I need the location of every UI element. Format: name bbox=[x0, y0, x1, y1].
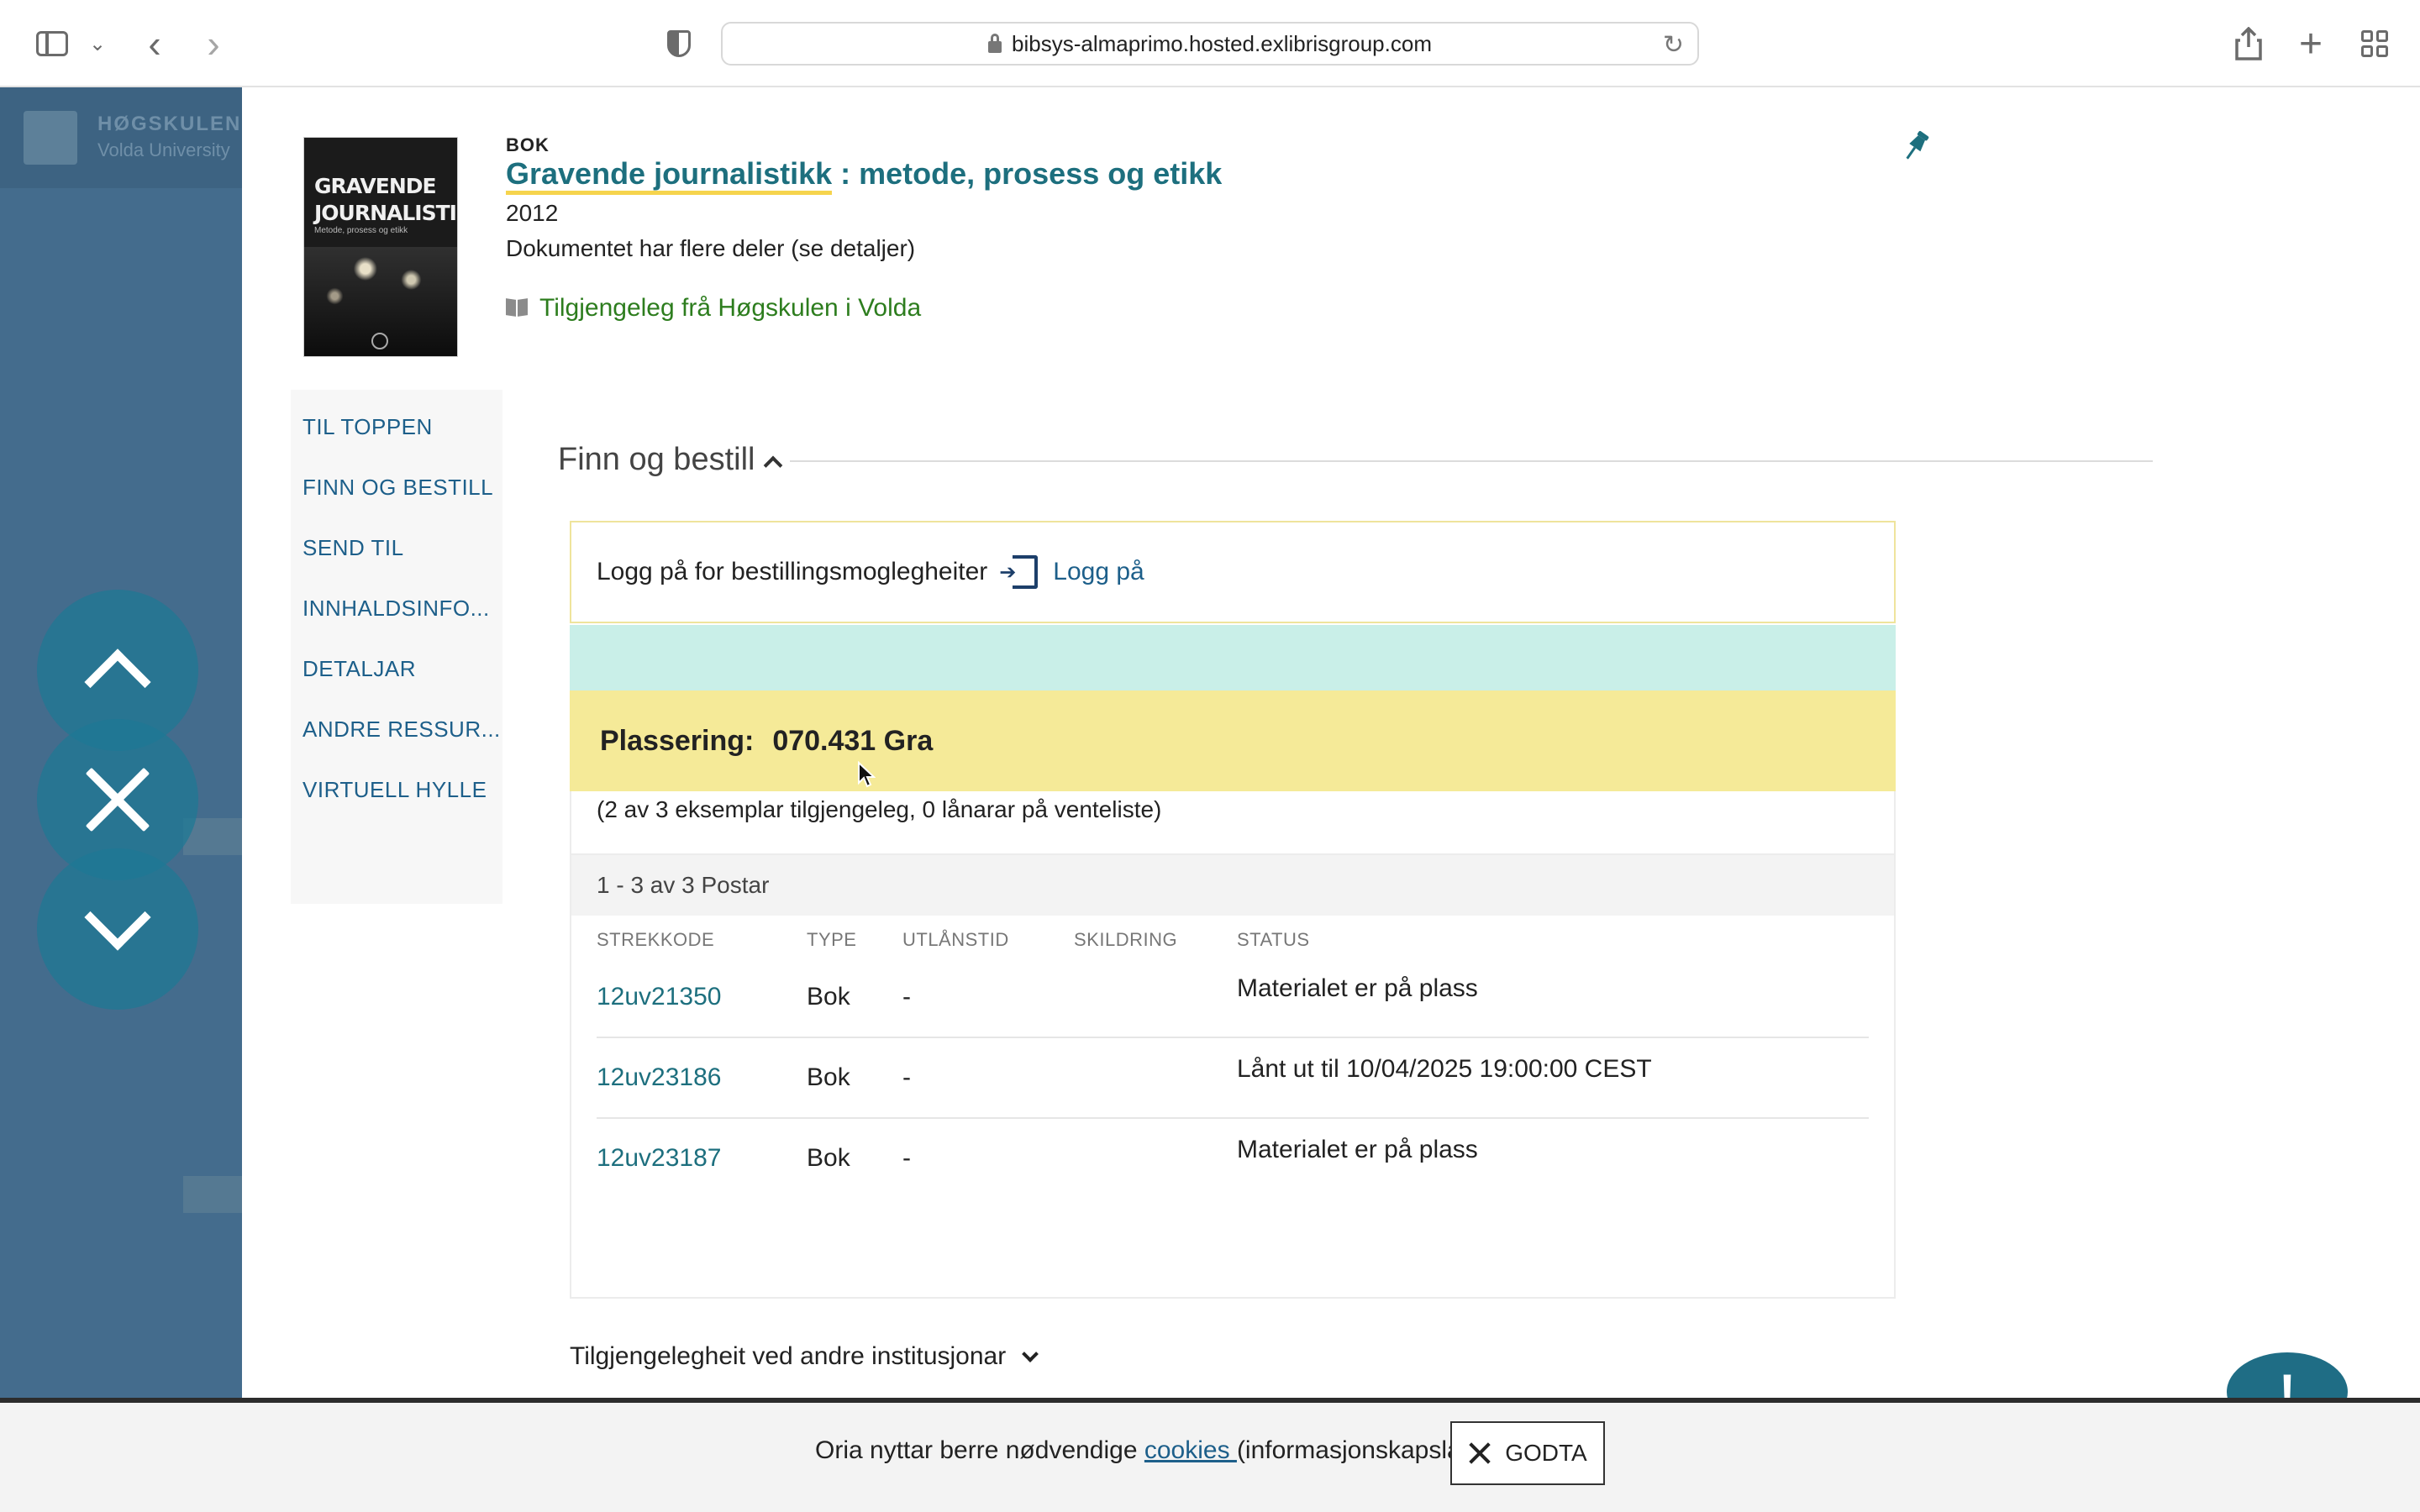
location-label: Plassering: bbox=[600, 724, 755, 757]
background-subtitle: Volda University bbox=[97, 139, 230, 160]
item-status: Materialet er på plass bbox=[1237, 974, 1478, 1002]
section-nav-content-info[interactable]: INNHALDSINFO... bbox=[291, 583, 502, 643]
item-barcode[interactable]: 12uv21350 bbox=[597, 983, 721, 1011]
section-nav-details[interactable]: DETALJAR bbox=[291, 643, 502, 704]
record-title-highlight[interactable]: Gravende journalistikk bbox=[506, 156, 833, 195]
section-nav-top[interactable]: TIL TOPPEN bbox=[291, 402, 502, 462]
item-status: Lånt ut til 10/04/2025 19:00:00 CEST bbox=[1237, 1055, 1652, 1083]
accept-label: GODTA bbox=[1505, 1440, 1587, 1466]
privacy-shield-icon[interactable] bbox=[662, 22, 696, 66]
call-number: 070.431 Gra bbox=[772, 724, 934, 757]
column-header-type: TYPE bbox=[807, 929, 857, 950]
sidebar-toggle-icon[interactable] bbox=[34, 22, 71, 66]
cover-subtitle: Metode, prosess og etikk bbox=[314, 226, 408, 235]
next-record-button[interactable] bbox=[37, 848, 198, 1010]
publisher-logo bbox=[371, 333, 388, 349]
section-navigation: TIL TOPPEN FINN OG BESTILL SEND TIL INNH… bbox=[291, 390, 502, 904]
table-row[interactable]: 12uv21350 Bok - Materialet er på plass bbox=[597, 958, 1869, 1038]
login-link-label[interactable]: Logg på bbox=[1053, 558, 1144, 586]
browser-toolbar: ⌄ ‹ › bibsys-almaprimo.hosted.exlibrisgr… bbox=[0, 0, 2420, 87]
record-panel: GRAVENDE JOURNALISTIKK Metode, prosess o… bbox=[242, 87, 2420, 1398]
record-parts-note: Dokumentet har flere deler (se detaljer) bbox=[506, 235, 916, 261]
section-nav-find-order[interactable]: FINN OG BESTILL bbox=[291, 462, 502, 522]
section-divider bbox=[790, 460, 2153, 462]
login-link[interactable]: Logg på bbox=[999, 555, 1144, 589]
location-bar: Plassering: 070.431 Gra bbox=[570, 690, 1896, 791]
sign-in-icon bbox=[999, 555, 1039, 589]
chevron-down-icon bbox=[84, 884, 151, 951]
close-icon bbox=[1468, 1441, 1491, 1465]
reload-icon[interactable]: ↻ bbox=[1663, 30, 1684, 60]
record-title-rest[interactable]: : metode, prosess og etikk bbox=[832, 156, 1222, 191]
copies-summary: (2 av 3 eksemplar tilgjengeleg, 0 lånara… bbox=[597, 796, 1162, 822]
pin-icon[interactable] bbox=[1899, 128, 1933, 165]
university-logo bbox=[24, 111, 77, 165]
column-header-barcode: STREKKODE bbox=[597, 929, 715, 950]
availability-link[interactable]: Tilgjengeleg frå Høgskulen i Volda bbox=[506, 294, 921, 323]
chevron-up-icon bbox=[764, 455, 783, 475]
record-type: BOK bbox=[506, 134, 550, 155]
background-title: HØGSKULEN bbox=[97, 113, 242, 135]
back-arrow-icon[interactable]: ‹ bbox=[139, 22, 170, 66]
mouse-cursor bbox=[857, 760, 876, 794]
chevron-down-icon[interactable]: ⌄ bbox=[87, 22, 108, 66]
book-cover-image[interactable]: GRAVENDE JOURNALISTIKK Metode, prosess o… bbox=[304, 138, 457, 356]
chevron-down-icon bbox=[1022, 1346, 1039, 1362]
cookie-banner: Oria nyttar berre nødvendige cookies (in… bbox=[0, 1398, 2420, 1512]
cookie-message: Oria nyttar berre nødvendige cookies (in… bbox=[815, 1436, 1486, 1464]
holdings-items: (2 av 3 eksemplar tilgjengeleg, 0 lånara… bbox=[570, 791, 1896, 1299]
item-barcode[interactable]: 12uv23186 bbox=[597, 1063, 721, 1092]
table-row[interactable]: 12uv23186 Bok - Lånt ut til 10/04/2025 1… bbox=[597, 1038, 1869, 1119]
record-year: 2012 bbox=[506, 200, 559, 226]
book-icon bbox=[506, 299, 528, 318]
item-barcode[interactable]: 12uv23187 bbox=[597, 1144, 721, 1173]
record-title[interactable]: Gravende journalistikk : metode, prosess… bbox=[506, 156, 1222, 195]
section-nav-send-to[interactable]: SEND TIL bbox=[291, 522, 502, 583]
close-icon bbox=[80, 762, 155, 837]
lock-icon bbox=[988, 34, 1002, 53]
item-status: Materialet er på plass bbox=[1237, 1136, 1478, 1163]
forward-arrow-icon[interactable]: › bbox=[198, 22, 229, 66]
item-loan-time: - bbox=[902, 983, 911, 1011]
cookies-link[interactable]: cookies bbox=[1144, 1436, 1237, 1464]
chevron-up-icon bbox=[84, 648, 151, 716]
column-header-status: STATUS bbox=[1237, 929, 1310, 950]
cover-title: GRAVENDE JOURNALISTIKK bbox=[314, 174, 457, 225]
availability-text[interactable]: Tilgjengeleg frå Høgskulen i Volda bbox=[539, 294, 921, 323]
address-bar[interactable]: bibsys-almaprimo.hosted.exlibrisgroup.co… bbox=[721, 22, 1699, 66]
section-nav-other-resources[interactable]: ANDRE RESSUR... bbox=[291, 704, 502, 764]
column-header-loan-time: UTLÅNSTID bbox=[902, 929, 1009, 950]
column-header-shelving: SKILDRING bbox=[1074, 929, 1178, 950]
section-heading: Finn og bestill bbox=[558, 442, 755, 477]
item-type: Bok bbox=[807, 983, 850, 1011]
background-block bbox=[183, 1176, 242, 1213]
other-institutions-label[interactable]: Tilgjengelegheit ved andre institusjonar bbox=[570, 1342, 1006, 1371]
item-loan-time: - bbox=[902, 1144, 911, 1172]
background-header: HØGSKULEN Volda University bbox=[0, 87, 242, 188]
login-banner: Logg på for bestillingsmoglegheiter Logg… bbox=[570, 521, 1896, 623]
item-loan-time: - bbox=[902, 1063, 911, 1091]
item-type: Bok bbox=[807, 1144, 850, 1172]
tab-overview-icon[interactable] bbox=[2358, 22, 2391, 66]
find-order-section-toggle[interactable]: Finn og bestill bbox=[558, 442, 783, 478]
new-tab-icon[interactable]: + bbox=[2294, 22, 2328, 66]
section-nav-virtual-shelf[interactable]: VIRTUELL HYLLE bbox=[291, 764, 502, 825]
login-prompt: Logg på for bestillingsmoglegheiter bbox=[597, 558, 988, 585]
table-row[interactable]: 12uv23187 Bok - Materialet er på plass bbox=[597, 1119, 1869, 1200]
other-institutions-toggle[interactable]: Tilgjengelegheit ved andre institusjonar bbox=[570, 1342, 1039, 1371]
url-text: bibsys-almaprimo.hosted.exlibrisgroup.co… bbox=[1012, 30, 1432, 56]
item-type: Bok bbox=[807, 1063, 850, 1091]
accept-cookies-button[interactable]: GODTA bbox=[1450, 1421, 1605, 1485]
records-count: 1 - 3 av 3 Postar bbox=[597, 872, 770, 898]
records-count-strip: 1 - 3 av 3 Postar bbox=[571, 853, 1894, 916]
share-icon[interactable] bbox=[2232, 22, 2265, 66]
location-header-strip bbox=[570, 625, 1896, 690]
